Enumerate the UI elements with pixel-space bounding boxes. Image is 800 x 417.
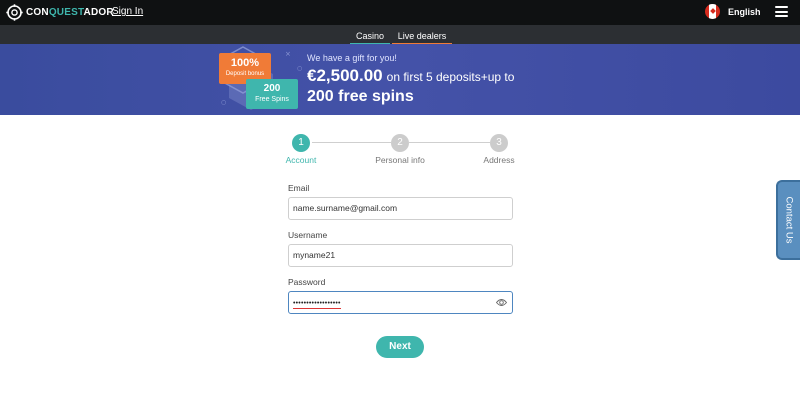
sign-in-link[interactable]: Sign In	[112, 6, 143, 17]
banner-amount: €2,500.00	[307, 66, 383, 85]
step-2-circle: 2	[391, 134, 409, 152]
tab-live-dealers[interactable]: Live dealers	[392, 31, 452, 45]
step-1-circle: 1	[292, 134, 310, 152]
step-connector	[312, 142, 391, 143]
step-3-circle: 3	[490, 134, 508, 152]
contact-us-label: Contact Us	[783, 196, 795, 244]
step-1-label: Account	[285, 155, 317, 165]
svg-text:×: ×	[285, 50, 291, 58]
compass-logo-icon	[6, 4, 23, 21]
tab-casino-label: Casino	[355, 31, 384, 41]
step-3-label: Address	[483, 155, 515, 165]
badge-percent: 100%	[230, 57, 260, 69]
contact-us-tab[interactable]: Contact Us	[776, 180, 800, 260]
username-value: myname21	[293, 250, 336, 260]
email-value: name.surname@gmail.com	[293, 203, 398, 213]
password-label: Password	[288, 277, 326, 287]
banner-free-spins: 200 free spins	[307, 88, 414, 105]
banner-headline: €2,500.00 on first 5 deposits+up to	[307, 66, 514, 86]
category-nav: Casino Live dealers	[0, 25, 800, 45]
registration-stepper: 1 2 3 Account Personal info Address	[0, 133, 800, 173]
password-value: ••••••••••••••••••	[293, 300, 341, 309]
logo[interactable]: CONQUESTADOR	[6, 4, 114, 21]
email-field[interactable]: name.surname@gmail.com	[288, 197, 513, 220]
password-field[interactable]: ••••••••••••••••••	[288, 291, 513, 314]
step-connector	[409, 142, 490, 143]
language-label: English	[728, 6, 761, 17]
banner-amount-rest: on first 5 deposits+up to	[386, 70, 515, 84]
badge-spins-sub: Free Spins	[255, 96, 289, 103]
svg-text:○: ○	[221, 99, 226, 106]
badge-percent-sub: Deposit bonus	[225, 71, 265, 77]
badge-spins: 200	[263, 83, 281, 94]
banner-subtitle: We have a gift for you!	[307, 53, 397, 63]
language-selector[interactable]: English	[705, 4, 761, 19]
username-label: Username	[288, 230, 328, 240]
eye-icon[interactable]	[496, 298, 507, 307]
tab-live-dealers-label: Live dealers	[397, 31, 447, 41]
email-label: Email	[288, 183, 310, 193]
step-2-label: Personal info	[375, 155, 425, 165]
next-button[interactable]: Next	[376, 336, 424, 358]
svg-text:○: ○	[297, 65, 302, 72]
free-spins-badge: 200 Free Spins	[246, 79, 298, 109]
canada-flag-icon	[705, 4, 720, 19]
promo-banner[interactable]: × × ○ ○ 100% Deposit bonus 200 Free Spin…	[0, 44, 800, 115]
hamburger-menu-icon[interactable]	[775, 6, 788, 17]
tab-casino[interactable]: Casino	[350, 31, 390, 45]
username-field[interactable]: myname21	[288, 244, 513, 267]
top-bar: CONQUESTADOR Sign In English	[0, 0, 800, 25]
logo-text: CONQUESTADOR	[26, 7, 114, 18]
